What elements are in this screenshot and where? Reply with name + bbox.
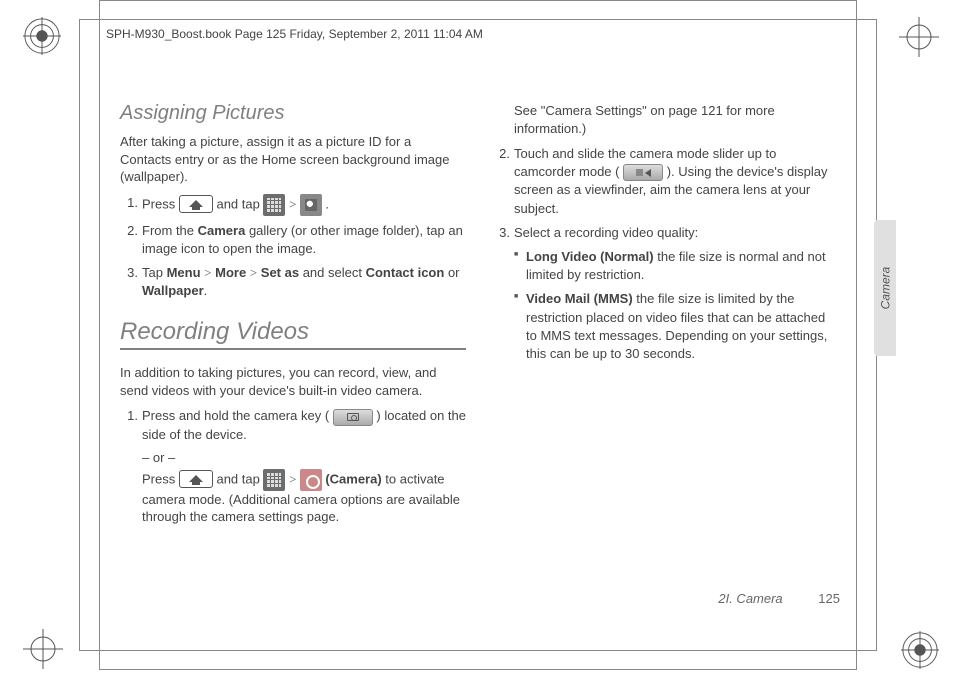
or-divider: – or – xyxy=(120,450,466,465)
quality-option-long: Long Video (Normal) the file size is nor… xyxy=(514,248,838,284)
rv-step-3: 3. Select a recording video quality: xyxy=(492,224,838,242)
ap-step-2: 2. From the Camera gallery (or other ima… xyxy=(120,222,466,258)
assigning-intro: After taking a picture, assign it as a p… xyxy=(120,133,466,186)
footer-section: 2I. Camera xyxy=(718,591,782,606)
registration-mark-icon xyxy=(23,17,61,55)
column-right: See "Camera Settings" on page 121 for mo… xyxy=(492,102,838,534)
ap-step-3: 3. Tap Menu > More > Set as and select C… xyxy=(120,264,466,300)
camera-app-icon xyxy=(300,469,322,491)
cross-mark-icon xyxy=(23,629,63,669)
section-title-recording: Recording Videos xyxy=(120,318,466,350)
page-footer: 2I. Camera 125 xyxy=(120,591,840,606)
registration-mark-icon xyxy=(901,631,939,669)
quality-option-mms: Video Mail (MMS) the file size is limite… xyxy=(514,290,838,363)
page-content: Assigning Pictures After taking a pictur… xyxy=(120,102,840,534)
home-key-icon xyxy=(179,470,213,488)
side-tab: Camera xyxy=(874,220,896,356)
apps-icon xyxy=(263,469,285,491)
rv-step-1: 1. Press and hold the camera key ( ) loc… xyxy=(120,407,466,443)
running-header: SPH-M930_Boost.book Page 125 Friday, Sep… xyxy=(104,27,485,41)
ap-step-1: 1. Press and tap > . xyxy=(120,194,466,216)
rv-step-2: 2. Touch and slide the camera mode slide… xyxy=(492,145,838,218)
side-tab-label: Camera xyxy=(878,267,892,310)
rv-step-1-alt: Press and tap > (Camera) to activate cam… xyxy=(120,469,466,526)
apps-icon xyxy=(263,194,285,216)
recording-intro: In addition to taking pictures, you can … xyxy=(120,364,466,399)
gallery-icon xyxy=(300,194,322,216)
camcorder-slider-icon xyxy=(623,164,663,181)
section-title-assigning: Assigning Pictures xyxy=(120,102,466,125)
camera-key-icon xyxy=(333,409,373,426)
column-left: Assigning Pictures After taking a pictur… xyxy=(120,102,466,534)
home-key-icon xyxy=(179,195,213,213)
rv-continuation: See "Camera Settings" on page 121 for mo… xyxy=(492,102,838,137)
cross-mark-icon xyxy=(899,17,939,57)
page-number: 125 xyxy=(818,591,840,606)
